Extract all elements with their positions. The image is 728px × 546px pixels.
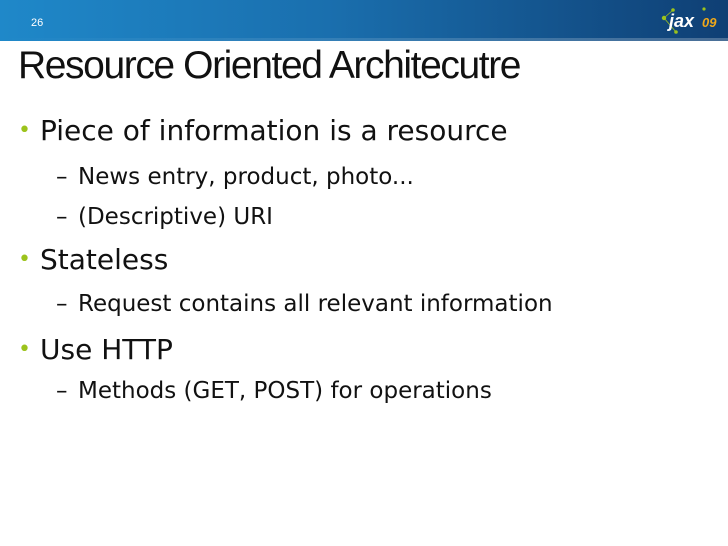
dash-marker: – [56, 164, 68, 190]
dash-marker: – [56, 291, 68, 317]
bullet-item: • Use HTTP [18, 333, 173, 366]
sub-bullet-text: (Descriptive) URI [78, 204, 273, 230]
sub-bullet-item: – Methods (GET, POST) for operations [56, 378, 492, 404]
logo-suffix: 09 [702, 15, 717, 30]
sub-bullet-text: Request contains all relevant informatio… [78, 291, 553, 317]
bullet-marker: • [18, 118, 31, 143]
slide-title: Resource Oriented Architecutre [18, 44, 522, 87]
bullet-marker: • [18, 247, 31, 272]
sub-bullet-item: – (Descriptive) URI [56, 204, 273, 230]
jax-logo: jax 09 [661, 7, 717, 34]
sub-bullet-text: News entry, product, photo... [78, 164, 414, 190]
page-number: 26 [31, 17, 44, 29]
bullet-text: Stateless [40, 243, 169, 276]
sub-bullet-item: – News entry, product, photo... [56, 164, 414, 190]
bullet-item: • Stateless [18, 243, 168, 276]
bullet-text: Piece of information is a resource [40, 114, 508, 147]
sub-bullet-item: – Request contains all relevant informati… [56, 291, 553, 317]
header-bar: 26 jax 09 [0, 0, 728, 41]
bullet-item: • Piece of information is a resource [18, 114, 508, 147]
logo-text: jax [667, 11, 695, 31]
dash-marker: – [56, 204, 68, 230]
dash-marker: – [56, 378, 68, 404]
sub-bullet-text: Methods (GET, POST) for operations [78, 378, 492, 404]
bullet-marker: • [18, 337, 31, 362]
bullet-text: Use HTTP [40, 333, 173, 366]
